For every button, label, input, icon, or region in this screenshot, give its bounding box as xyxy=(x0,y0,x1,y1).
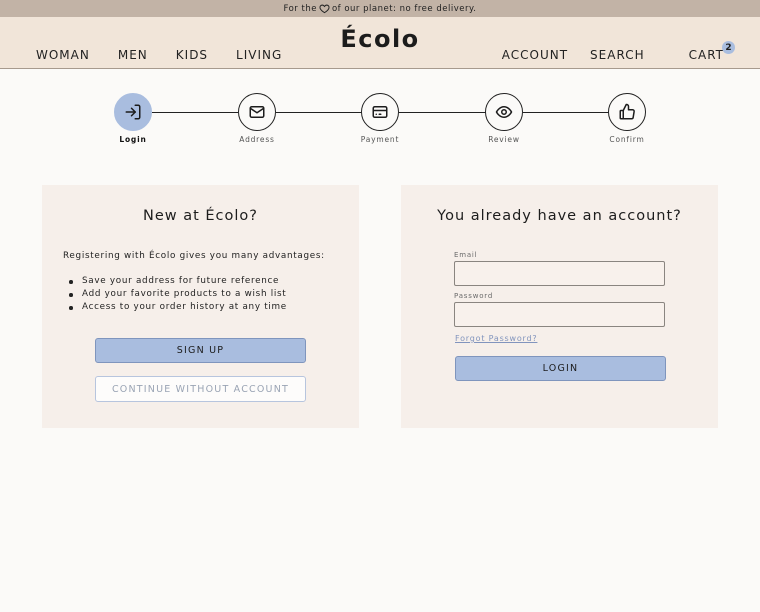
register-intro: Registering with Écolo gives you many ad… xyxy=(63,251,325,261)
login-icon xyxy=(125,104,141,120)
step-circle xyxy=(114,93,152,131)
credit-card-icon xyxy=(372,106,388,118)
step-payment[interactable]: Payment xyxy=(345,93,415,144)
step-review[interactable]: Review xyxy=(469,93,539,144)
forgot-password-link[interactable]: Forgot Password? xyxy=(455,334,537,343)
signup-button[interactable]: SIGN UP xyxy=(95,338,306,363)
step-address[interactable]: Address xyxy=(222,93,292,144)
step-circle xyxy=(608,93,646,131)
step-label: Confirm xyxy=(609,135,645,144)
step-label: Login xyxy=(119,135,147,144)
email-field[interactable] xyxy=(454,261,665,286)
benefits-list: Save your address for future reference A… xyxy=(69,275,287,314)
benefit-item: Save your address for future reference xyxy=(69,275,287,288)
email-label: Email xyxy=(454,251,478,259)
register-title: New at Écolo? xyxy=(142,208,259,224)
nav-kids[interactable]: KIDS xyxy=(176,48,208,62)
continue-without-account-button[interactable]: CONTINUE WITHOUT ACCOUNT xyxy=(95,376,306,402)
login-button[interactable]: LOGIN xyxy=(455,356,666,381)
nav-men[interactable]: MEN xyxy=(118,48,148,62)
cart-label: CART xyxy=(688,48,724,62)
password-field[interactable] xyxy=(454,302,665,327)
step-circle xyxy=(485,93,523,131)
nav-cart[interactable]: CART 2 xyxy=(667,41,735,62)
announcement-text-end: of our planet: no free delivery. xyxy=(331,3,477,14)
thumbs-up-icon xyxy=(619,103,635,120)
main-nav: WOMAN MEN KIDS LIVING xyxy=(36,48,310,62)
site-header: Écolo WOMAN MEN KIDS LIVING ACCOUNT SEAR… xyxy=(0,17,760,69)
step-label: Review xyxy=(488,135,520,144)
step-label: Address xyxy=(239,135,275,144)
login-title: You already have an account? xyxy=(437,208,682,224)
heart-icon xyxy=(319,3,330,14)
step-login[interactable]: Login xyxy=(98,93,168,144)
step-confirm[interactable]: Confirm xyxy=(592,93,662,144)
announcement-bar: For the of our planet: no free delivery. xyxy=(0,0,760,17)
password-label: Password xyxy=(454,292,494,300)
benefit-item: Add your favorite products to a wish lis… xyxy=(69,288,287,301)
step-circle xyxy=(361,93,399,131)
nav-living[interactable]: LIVING xyxy=(236,48,282,62)
nav-woman[interactable]: WOMAN xyxy=(36,48,90,62)
nav-search[interactable]: SEARCH xyxy=(590,48,645,62)
eye-icon xyxy=(495,106,513,118)
benefit-item: Access to your order history at any time xyxy=(69,301,287,314)
nav-account[interactable]: ACCOUNT xyxy=(502,48,568,62)
cart-count-badge: 2 xyxy=(722,41,735,54)
mail-icon xyxy=(249,106,265,118)
step-label: Payment xyxy=(360,135,400,144)
utility-nav: ACCOUNT SEARCH CART 2 xyxy=(480,41,735,62)
register-card: New at Écolo? Registering with Écolo giv… xyxy=(42,185,359,428)
step-circle xyxy=(238,93,276,131)
announcement-text-start: For the xyxy=(283,3,317,14)
login-card: You already have an account? Email Passw… xyxy=(401,185,718,428)
